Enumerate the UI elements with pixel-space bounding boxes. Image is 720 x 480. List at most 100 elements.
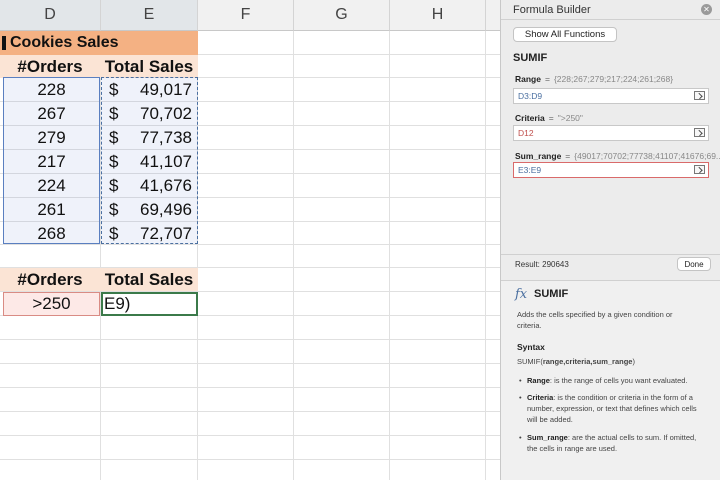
sum-range-input[interactable]: E3:E9 xyxy=(513,162,709,178)
orders-cell[interactable]: 261 xyxy=(3,198,100,222)
grid-row xyxy=(0,340,500,364)
orders-cell[interactable]: 267 xyxy=(3,102,100,126)
help-bullet-sum-range: Sum_range: are the actual cells to sum. … xyxy=(519,432,704,454)
total-sales-cell[interactable]: $77,738 xyxy=(101,126,198,150)
total-sales-cell[interactable]: $69,496 xyxy=(101,198,198,222)
bullet-term: Criteria xyxy=(527,393,554,402)
close-icon[interactable]: ✕ xyxy=(701,4,712,15)
panel-title: Formula Builder xyxy=(513,4,591,16)
cursor-mark xyxy=(2,36,6,50)
orders-cell[interactable]: 228 xyxy=(3,78,100,102)
column-header-e[interactable]: E xyxy=(101,0,198,31)
sum-range-input-value: E3:E9 xyxy=(518,165,542,175)
currency-symbol: $ xyxy=(109,128,119,147)
currency-symbol: $ xyxy=(109,104,119,123)
criteria-cell[interactable]: >250 xyxy=(3,292,100,316)
arg-name: Sum_range xyxy=(515,151,562,161)
arg-values: ">250" xyxy=(557,113,583,123)
total-sales-value: 49,017 xyxy=(140,80,192,99)
currency-symbol: $ xyxy=(109,80,119,99)
total-sales-cell[interactable]: $72,707 xyxy=(101,222,198,245)
column-header-g[interactable]: G xyxy=(294,0,390,31)
arg-values: {228;267;279;217;224;261;268} xyxy=(553,74,674,84)
grid-row xyxy=(0,388,500,412)
lower-total-sales-header-cell[interactable]: Total Sales xyxy=(100,268,198,291)
arg-equals: = xyxy=(548,113,554,123)
help-description-line: criteria. xyxy=(517,321,542,330)
arg-equals: = xyxy=(544,74,550,84)
total-sales-value: 41,676 xyxy=(140,176,192,195)
currency-symbol: $ xyxy=(109,176,119,195)
active-formula-cell[interactable]: E9) xyxy=(104,292,196,316)
currency-symbol: $ xyxy=(109,223,119,243)
total-sales-cell[interactable]: $41,107 xyxy=(101,150,198,174)
orders-cell[interactable]: 224 xyxy=(3,174,100,198)
help-function-name: SUMIF xyxy=(534,288,569,300)
lower-orders-header-cell[interactable]: #Orders xyxy=(0,268,100,291)
currency-symbol: $ xyxy=(109,152,119,171)
function-name: SUMIF xyxy=(513,52,548,64)
help-bullet-range: Range: is the range of cells you want ev… xyxy=(519,375,704,386)
grid-row xyxy=(0,412,500,436)
total-sales-value: 41,107 xyxy=(140,152,192,171)
help-description: Adds the cells specified by a given cond… xyxy=(517,309,673,331)
range-input[interactable]: D3:D9 xyxy=(513,88,709,104)
syntax-prefix: SUMIF( xyxy=(517,357,543,366)
arg-values: {49017;70702;77738;41107;41676;69... xyxy=(574,151,720,161)
table-title: Cookies Sales xyxy=(10,34,119,51)
grid-row xyxy=(0,460,500,480)
collapse-dialog-icon[interactable] xyxy=(694,165,705,174)
done-button[interactable]: Done xyxy=(677,257,711,271)
fx-icon: fx xyxy=(515,287,528,302)
bullet-text: : is the condition or criteria in the fo… xyxy=(527,393,697,424)
spreadsheet-grid[interactable]: D E F G H Cookies Sales #Orders Total Sa… xyxy=(0,0,500,480)
help-description-line: Adds the cells specified by a given cond… xyxy=(517,310,673,319)
total-sales-value: 69,496 xyxy=(140,200,192,219)
column-header-i[interactable] xyxy=(486,0,500,31)
grid-row xyxy=(0,316,500,340)
total-sales-value: 70,702 xyxy=(140,104,192,123)
grid-row xyxy=(0,436,500,460)
orders-cell[interactable]: 268 xyxy=(3,222,100,245)
divider xyxy=(501,280,720,281)
syntax-line: SUMIF(range,criteria,sum_range) xyxy=(517,357,635,366)
total-sales-cell[interactable]: $41,676 xyxy=(101,174,198,198)
total-sales-value: 77,738 xyxy=(140,128,192,147)
total-sales-cell[interactable]: $70,702 xyxy=(101,102,198,126)
arg-name: Range xyxy=(515,74,541,84)
orders-cell[interactable]: 279 xyxy=(3,126,100,150)
collapse-dialog-icon[interactable] xyxy=(694,128,705,137)
column-header-f[interactable]: F xyxy=(198,0,294,31)
orders-cell[interactable]: 217 xyxy=(3,150,100,174)
sum-range-arg-label: Sum_range = {49017;70702;77738;41107;41676… xyxy=(515,151,720,161)
help-bullet-criteria: Criteria: is the condition or criteria i… xyxy=(519,392,704,425)
total-sales-header-cell[interactable]: Total Sales xyxy=(100,55,198,78)
bullet-text: : is the range of cells you want evaluat… xyxy=(549,376,688,385)
divider xyxy=(501,19,720,20)
total-sales-cell[interactable]: $49,017 xyxy=(101,78,198,102)
total-sales-value: 72,707 xyxy=(140,223,192,243)
column-header-h[interactable]: H xyxy=(390,0,486,31)
syntax-suffix: ) xyxy=(632,357,635,366)
criteria-input-value: D12 xyxy=(518,128,534,138)
criteria-arg-label: Criteria = ">250" xyxy=(515,113,583,123)
bullet-term: Range xyxy=(527,376,550,385)
divider xyxy=(501,254,720,255)
orders-header-cell[interactable]: #Orders xyxy=(0,55,100,78)
grid-row xyxy=(0,245,500,268)
column-header-d[interactable]: D xyxy=(0,0,101,31)
grid-row xyxy=(0,364,500,388)
currency-symbol: $ xyxy=(109,200,119,219)
bullet-term: Sum_range xyxy=(527,433,568,442)
collapse-dialog-icon[interactable] xyxy=(694,91,705,100)
formula-builder-panel: Formula Builder ✕ Show All Functions SUM… xyxy=(500,0,720,480)
syntax-title: Syntax xyxy=(517,342,545,352)
criteria-input[interactable]: D12 xyxy=(513,125,709,141)
range-input-value: D3:D9 xyxy=(518,91,543,101)
arg-equals: = xyxy=(565,151,571,161)
result-text: Result: 290643 xyxy=(515,260,569,269)
arg-name: Criteria xyxy=(515,113,545,123)
show-all-functions-button[interactable]: Show All Functions xyxy=(513,27,617,42)
table-title-cell[interactable]: Cookies Sales xyxy=(0,31,198,55)
range-arg-label: Range = {228;267;279;217;224;261;268} xyxy=(515,74,673,84)
